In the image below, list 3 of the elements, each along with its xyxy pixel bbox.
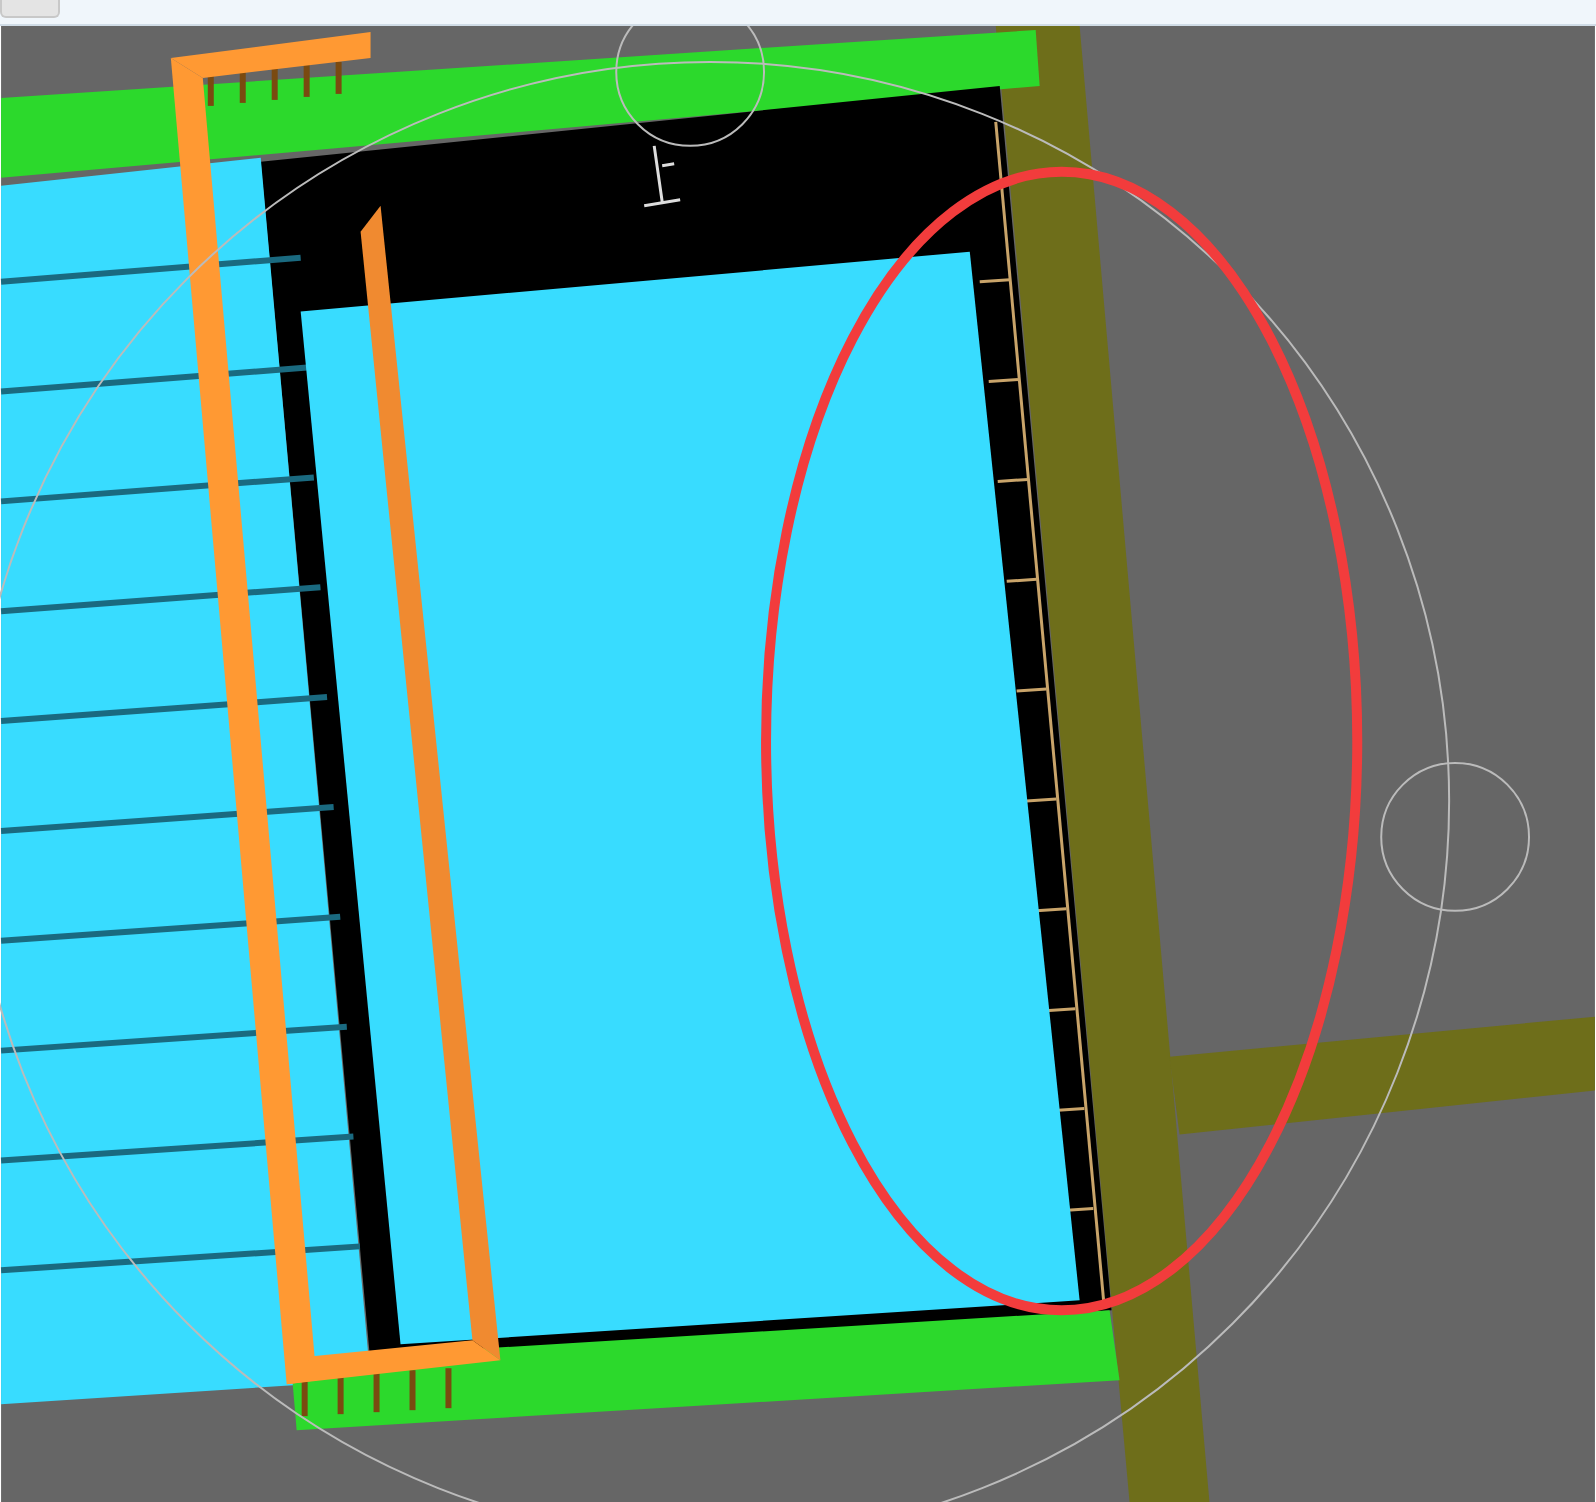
- axis-marker-icon: [642, 144, 682, 208]
- rotate-handle[interactable]: [615, 25, 766, 147]
- rotate-handle[interactable]: [1380, 762, 1530, 912]
